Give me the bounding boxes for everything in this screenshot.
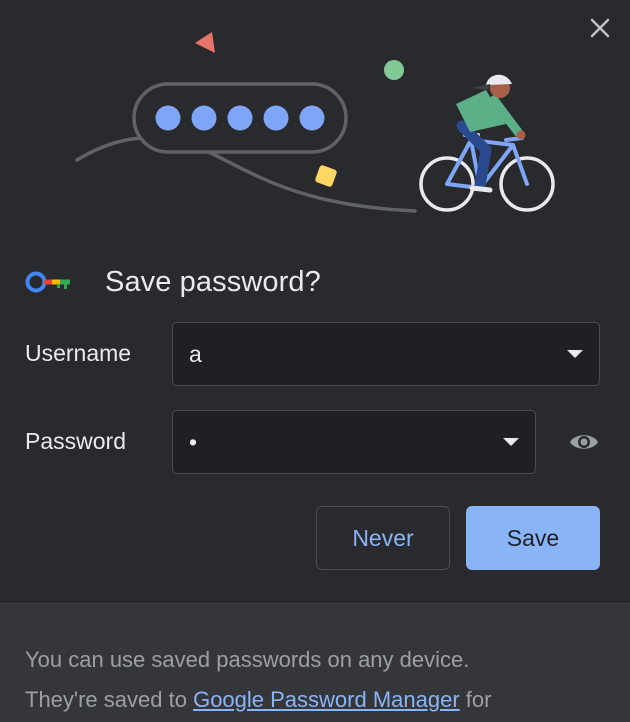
save-password-dialog: Save password? Username a Password • Nev… (0, 0, 630, 722)
pill-dot-2 (191, 105, 217, 131)
cyclist-figure (419, 74, 555, 212)
pill-dot-4 (263, 105, 289, 131)
google-password-manager-link[interactable]: Google Password Manager (193, 687, 460, 712)
illustration (75, 32, 555, 213)
red-triangle-shape (195, 32, 215, 53)
footer-text: You can use saved passwords on any devic… (25, 640, 615, 720)
username-label: Username (25, 340, 132, 366)
chevron-down-icon (503, 438, 519, 446)
title-row: Save password? (24, 258, 321, 306)
green-circle-shape (384, 60, 404, 80)
yellow-diamond-shape (315, 165, 337, 187)
footer-line-2-suffix: for (465, 687, 492, 712)
eye-icon (570, 435, 598, 449)
username-select[interactable]: a (172, 322, 600, 386)
footer-line-2-prefix: They're saved to (25, 687, 187, 712)
key-icon (24, 268, 72, 296)
dialog-title: Save password? (105, 265, 321, 298)
password-label: Password (25, 428, 126, 454)
password-select[interactable]: • (172, 410, 536, 474)
close-icon (590, 18, 610, 38)
pill-dot-3 (227, 105, 253, 131)
password-value: • (189, 428, 198, 455)
pill-dot-5 (299, 105, 325, 131)
save-button[interactable]: Save (466, 506, 600, 570)
never-button[interactable]: Never (316, 506, 450, 570)
close-button[interactable] (584, 12, 616, 44)
show-password-button[interactable] (566, 426, 602, 458)
pill-dot-1 (155, 105, 181, 131)
footer-line-1: You can use saved passwords on any devic… (25, 647, 470, 672)
chevron-down-icon (567, 350, 583, 358)
footer: You can use saved passwords on any devic… (0, 603, 630, 722)
username-value: a (189, 340, 202, 367)
